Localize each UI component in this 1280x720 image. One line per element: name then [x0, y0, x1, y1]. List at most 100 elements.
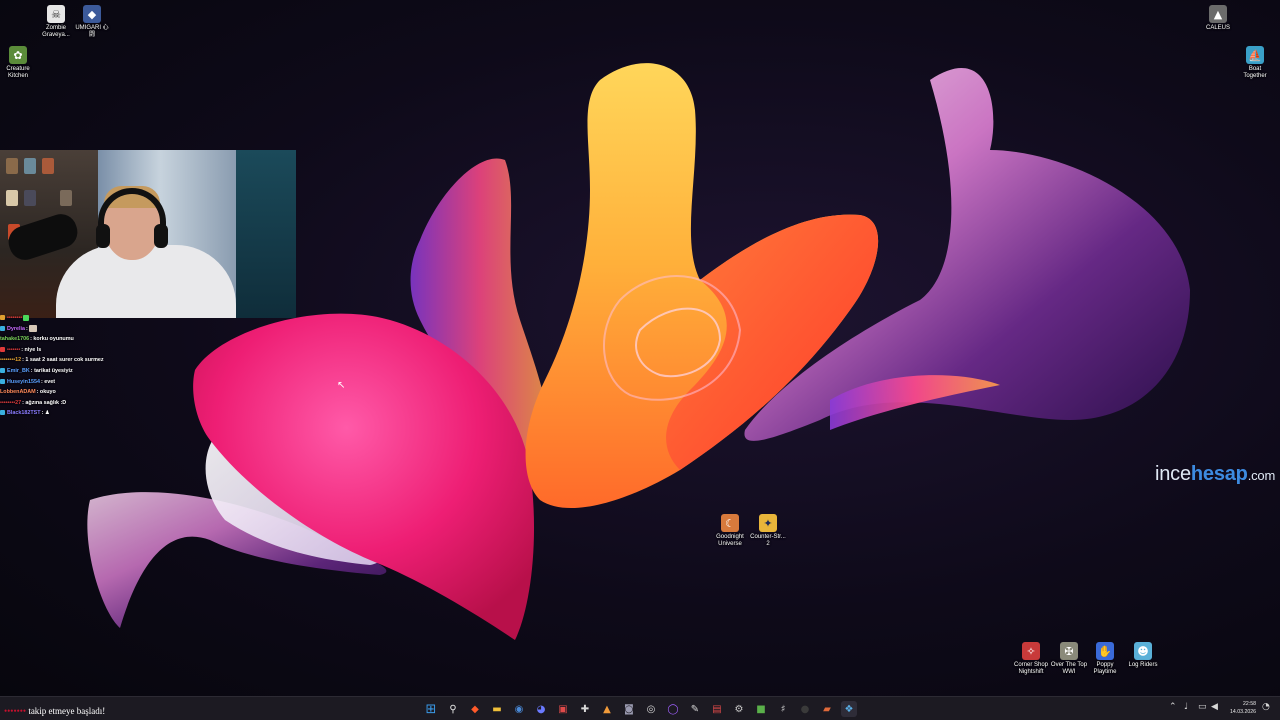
- chat-message: Huseyin1554: evet: [0, 377, 160, 388]
- file-explorer-icon[interactable]: ▬: [489, 701, 505, 717]
- chat-username: Huseyin1554: [7, 378, 40, 385]
- network-icon[interactable]: ▭: [1198, 702, 1207, 712]
- active-app-icon[interactable]: ❖: [841, 701, 857, 717]
- tools-icon[interactable]: ♯: [775, 701, 791, 717]
- wallpaper-ribbon-art: [87, 63, 1190, 640]
- pdf-icon[interactable]: ▤: [709, 701, 725, 717]
- chat-text: : niye ls: [21, 346, 42, 353]
- watermark-part-3: .com: [1247, 468, 1276, 483]
- desktop-icon-label: UMIGARI 心 闘: [75, 25, 109, 38]
- watermark-part-1: ince: [1155, 463, 1191, 485]
- chat-username: tahake1706: [0, 336, 30, 343]
- chat-badge-icon: [0, 325, 5, 331]
- desktop-icon-label: Log Riders: [1128, 662, 1158, 668]
- chat-username: •••••••: [7, 346, 21, 353]
- chat-username: LobbenADAM: [0, 389, 36, 396]
- desktop-icon-counter-strike[interactable]: ✦ Counter-Str... 2: [736, 514, 800, 548]
- chat-message: •••••••: niye ls: [0, 345, 160, 356]
- desktop-wallpaper: [0, 0, 1280, 696]
- terminal-icon[interactable]: ▰: [819, 701, 835, 717]
- headset-earcup: [154, 224, 168, 248]
- chat-username: ••••••••27: [0, 399, 22, 406]
- chat-username: ••••••••12: [0, 357, 22, 364]
- chat-username: Emir_BK: [7, 367, 30, 374]
- chat-message: Black182TST: ♟: [0, 408, 160, 419]
- steam-icon[interactable]: ◉: [511, 701, 527, 717]
- chat-message: Dyrelia:: [0, 324, 160, 335]
- follow-alert-user: •••••••: [4, 706, 27, 716]
- caleus-game-icon: ▲: [1209, 5, 1227, 23]
- app-red-icon[interactable]: ▣: [555, 701, 571, 717]
- mouse-cursor-icon: ↖: [337, 380, 346, 391]
- chat-text: :: [25, 325, 28, 332]
- chat-badge-icon: [0, 368, 5, 374]
- desktop-icon-label: Boat Together: [1243, 66, 1267, 79]
- chat-badge-icon: [0, 315, 5, 321]
- ghost-icon[interactable]: ●: [797, 701, 813, 717]
- feather-icon[interactable]: ✎: [687, 701, 703, 717]
- stream-chat: •••••••• Dyrelia: tahake1706: korku oyun…: [0, 313, 160, 419]
- follow-alert-text: takip etmeye başladı!: [26, 706, 106, 716]
- settings-icon[interactable]: ⚙: [731, 701, 747, 717]
- emote-icon: [29, 324, 38, 332]
- emote-icon: [23, 314, 30, 321]
- webcam-shelf-right: [236, 150, 296, 318]
- boat-together-icon: ⛵: [1246, 46, 1264, 64]
- chat-message: tahake1706: korku oyunumu: [0, 334, 160, 345]
- chat-text: : okuyo: [36, 389, 56, 396]
- start-button[interactable]: ⊞: [423, 701, 439, 717]
- emote-icon: ♟: [44, 410, 50, 417]
- twitch-icon[interactable]: ◯: [665, 701, 681, 717]
- system-clock[interactable]: 22:58 14.03.2026: [1226, 700, 1256, 716]
- clock-date: 14.03.2026: [1230, 709, 1256, 715]
- search-icon[interactable]: ⚲: [445, 701, 461, 717]
- microphone-icon[interactable]: ♩: [1184, 702, 1188, 712]
- incehesap-watermark: incehesap.com: [1155, 463, 1275, 486]
- brave-browser-icon[interactable]: ◆: [467, 701, 483, 717]
- obs-icon[interactable]: ◎: [643, 701, 659, 717]
- desktop-icon-label: CALEUS: [1205, 25, 1230, 31]
- umigari-game-icon: ◆: [83, 5, 101, 23]
- affinity-icon[interactable]: ▲: [599, 701, 615, 717]
- counter-strike-icon: ✦: [759, 514, 777, 532]
- chat-message: ••••••••: [0, 313, 160, 324]
- chat-text: : ağzına sağlık :D: [22, 399, 67, 406]
- chat-message: ••••••••27: ağzına sağlık :D: [0, 398, 160, 409]
- chat-text: : korku oyunumu: [30, 336, 74, 343]
- webcam-overlay: [0, 150, 296, 318]
- chat-message: LobbenADAM: okuyo: [0, 387, 160, 398]
- chat-message: ••••••••12: 1 saat 2 saat surer cok surm…: [0, 355, 160, 366]
- chat-username: Black182TST: [7, 410, 41, 417]
- desktop-icon-label: Creature Kitchen: [6, 66, 30, 79]
- follow-alert: ••••••• takip etmeye başladı!: [4, 706, 105, 716]
- desktop-icon-caleus[interactable]: ▲ CALEUS: [1186, 5, 1250, 32]
- clock-time: 22:58: [1243, 701, 1256, 707]
- epic-games-icon[interactable]: ✚: [577, 701, 593, 717]
- chat-badge-icon: [0, 346, 5, 352]
- log-riders-icon: ☻: [1134, 642, 1152, 660]
- chat-badge-icon: [0, 410, 5, 416]
- chat-badge-icon: [0, 378, 5, 384]
- chat-message: Emir_BK: tarikat üyesiyiz: [0, 366, 160, 377]
- headset-earcup: [96, 224, 110, 248]
- minecraft-icon[interactable]: ■: [753, 701, 769, 717]
- creature-kitchen-icon: ✿: [9, 46, 27, 64]
- chat-username: ••••••••: [7, 315, 23, 321]
- desktop-icon-creature-kitchen[interactable]: ✿ Creature Kitchen: [0, 46, 50, 80]
- discord-icon[interactable]: ◕: [533, 701, 549, 717]
- taskbar: ⊞ ⚲ ◆ ▬ ◉ ◕ ▣ ✚ ▲ ◙ ◎ ◯ ✎ ▤ ⚙ ■ ♯ ● ▰ ❖ …: [0, 696, 1280, 720]
- volume-icon[interactable]: ◀: [1211, 702, 1218, 712]
- chat-username: Dyrelia: [7, 325, 25, 332]
- notification-bell-icon[interactable]: ◔: [1262, 702, 1270, 712]
- desktop-icon-label: Counter-Str... 2: [750, 534, 786, 547]
- chat-text: : evet: [40, 378, 56, 385]
- vpn-icon[interactable]: ◙: [621, 701, 637, 717]
- desktop-icon-boat-together[interactable]: ⛵ Boat Together: [1223, 46, 1280, 80]
- tray-chevron-icon[interactable]: ⌃: [1169, 702, 1177, 712]
- watermark-part-2: hesap: [1190, 463, 1248, 485]
- chat-text: : 1 saat 2 saat surer cok surmez: [22, 357, 104, 364]
- desktop-icon-log-riders[interactable]: ☻ Log Riders: [1111, 642, 1175, 669]
- streamer-hoodie: [56, 245, 236, 318]
- desktop-icon-umigari[interactable]: ◆ UMIGARI 心 闘: [60, 5, 124, 39]
- chat-text: :: [41, 410, 44, 417]
